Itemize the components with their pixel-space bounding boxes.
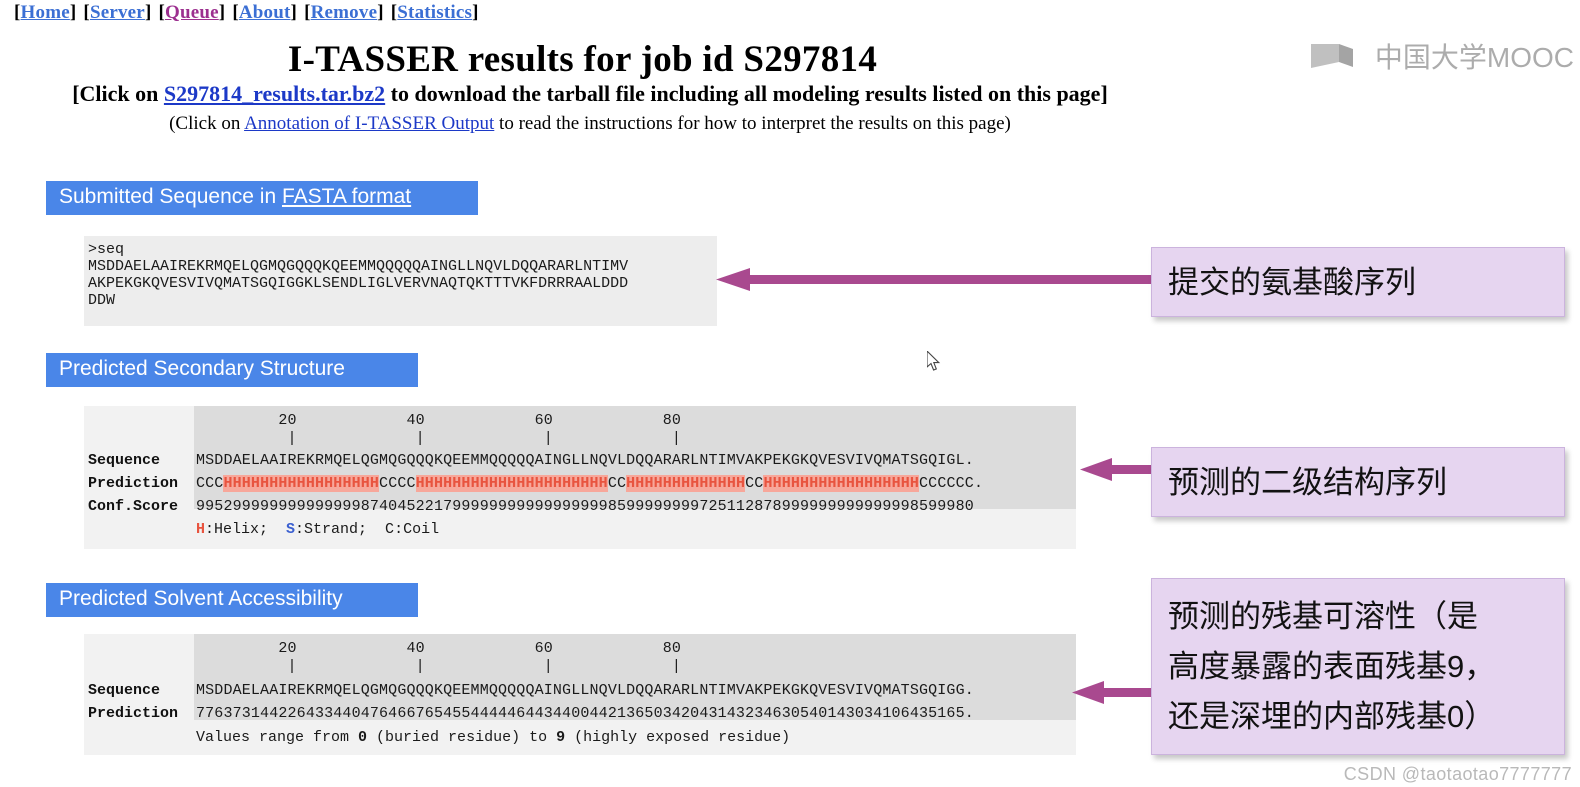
sa-prediction-value: 7763731442264334404764667654554444464434… — [196, 705, 974, 722]
tarball-download-link[interactable]: S297814_results.tar.bz2 — [164, 81, 385, 106]
sa-legend-zero: 0 — [358, 729, 368, 746]
annotation-line: (Click on Annotation of I-TASSER Output … — [0, 113, 1180, 135]
annotation-arrow-2 — [1080, 458, 1158, 481]
ss-confscore-label: Conf.Score — [88, 498, 179, 515]
nav-item-home[interactable]: [Home] — [14, 2, 76, 23]
ss-ruler-numbers-row: 20 40 60 80 — [84, 412, 1076, 429]
callout-3-line-3: 还是深埋的内部残基0） — [1168, 698, 1496, 734]
sa-ruler-numbers-row: 20 40 60 80 — [84, 640, 1076, 657]
sa-legend-suffix: (highly exposed residue) — [565, 729, 791, 746]
annotation-output-link[interactable]: Annotation of I-TASSER Output — [244, 113, 494, 134]
tarball-download-line: [Click on S297814_results.tar.bz2 to dow… — [0, 81, 1180, 107]
nav-item-server[interactable]: [Server] — [83, 2, 151, 23]
fasta-header-text: Submitted Sequence in — [59, 185, 282, 208]
fasta-sequence-text: >seq MSDDAELAAIREKRMQELQGMQGQQQKQEEMMQQQ… — [88, 241, 629, 309]
sa-ruler-ticks: | | | | — [196, 658, 682, 675]
ss-sequence-label: Sequence — [88, 452, 161, 469]
nav-item-statistics[interactable]: [Statistics] — [391, 2, 479, 23]
ss-ruler-ticks: | | | | — [196, 430, 682, 447]
ss-prediction-value: CCCHHHHHHHHHHHHHHHHHCCCCHHHHHHHHHHHHHHHH… — [196, 475, 984, 492]
mooc-logo-text: 中国大学MOOC — [1374, 42, 1574, 73]
ss-ruler-ticks-row: | | | | — [84, 430, 1076, 447]
sa-sequence-label: Sequence — [88, 682, 161, 699]
ss-legend-strand-text: :Strand; C:Coil — [295, 521, 440, 538]
sa-sequence-row: Sequence MSDDAELAAIREKRMQELQGMQGQQQKQEEM… — [84, 682, 1076, 699]
callout-secondary-structure: 预测的二级结构序列 — [1151, 447, 1565, 517]
ss-ruler-numbers: 20 40 60 80 — [196, 412, 682, 429]
mooc-logo: 中国大学MOOC — [1309, 36, 1574, 76]
nav-link-statistics[interactable]: Statistics — [397, 2, 472, 23]
section-header-fasta: Submitted Sequence in FASTA format — [46, 181, 478, 215]
ss-prediction-label: Prediction — [88, 475, 179, 492]
ss-legend-strand-letter: S — [286, 521, 296, 538]
callout-2-text: 预测的二级结构序列 — [1168, 464, 1447, 500]
nav-item-about[interactable]: [About] — [232, 2, 297, 23]
sa-sequence-value: MSDDAELAAIREKRMQELQGMQGQQQKQEEMMQQQQQAIN… — [196, 682, 974, 699]
annotation-arrow-1 — [716, 268, 1154, 291]
callout-1-text: 提交的氨基酸序列 — [1168, 264, 1416, 300]
ss-confscore-row: Conf.Score 99529999999999999987404522179… — [84, 498, 1076, 515]
sa-legend-nine: 9 — [556, 729, 566, 746]
fasta-format-link[interactable]: FASTA format — [282, 185, 411, 208]
callout-3-text: 预测的残基可溶性（是 高度暴露的表面残基9， 还是深埋的内部残基0） — [1152, 592, 1511, 742]
section-header-secondary-structure: Predicted Secondary Structure — [46, 353, 418, 387]
ss-legend-helix-text: :Helix; — [205, 521, 287, 538]
top-navigation: [Home] [Server] [Queue] [About] [Remove] [Sta… — [14, 2, 486, 24]
section-header-solvent-accessibility: Predicted Solvent Accessibility — [46, 583, 418, 617]
solvent-accessibility-block: 20 40 60 80 | | | | Sequence MSDDAELAAIR… — [84, 634, 1076, 755]
ss-legend: H:Helix; S:Strand; C:Coil — [196, 521, 439, 538]
nav-link-queue[interactable]: Queue — [165, 2, 219, 23]
annotation-arrow-3 — [1072, 681, 1158, 704]
csdn-watermark: CSDN @taotaotao7777777 — [1343, 764, 1572, 784]
sa-legend-mid: (buried residue) to — [367, 729, 557, 746]
annotation-suffix: to read the instructions for how to inte… — [494, 113, 1011, 134]
callout-3-line-2: 高度暴露的表面残基9， — [1168, 648, 1496, 684]
ss-legend-helix-letter: H — [196, 521, 206, 538]
ss-confscore-value: 9952999999999999998740452217999999999999… — [196, 498, 974, 515]
annotation-prefix: (Click on — [169, 113, 245, 134]
nav-link-about[interactable]: About — [239, 2, 291, 23]
sa-ruler-ticks-row: | | | | — [84, 658, 1076, 675]
tarball-suffix: to download the tarball file including a… — [385, 81, 1108, 106]
nav-link-remove[interactable]: Remove — [311, 2, 378, 23]
sa-legend: Values range from 0 (buried residue) to … — [196, 729, 790, 746]
mouse-cursor-icon — [927, 351, 941, 371]
callout-submitted-sequence: 提交的氨基酸序列 — [1151, 247, 1565, 317]
secondary-structure-block: 20 40 60 80 | | | | Sequence MSDDAELAAIR… — [84, 406, 1076, 549]
page-title: I-TASSER results for job id S297814 — [287, 39, 878, 80]
nav-link-home[interactable]: Home — [21, 2, 70, 23]
fasta-sequence-box: >seq MSDDAELAAIREKRMQELQGMQGQQQKQEEMMQQQ… — [84, 236, 717, 326]
sa-prediction-label: Prediction — [88, 705, 179, 722]
callout-3-line-1: 预测的残基可溶性（是 — [1168, 598, 1478, 634]
sa-ruler-numbers: 20 40 60 80 — [196, 640, 682, 657]
nav-link-server[interactable]: Server — [90, 2, 145, 23]
nav-item-queue[interactable]: [Queue] — [158, 2, 225, 23]
ss-sequence-row: Sequence MSDDAELAAIREKRMQELQGMQGQQQKQEEM… — [84, 452, 1076, 469]
ss-sequence-value: MSDDAELAAIREKRMQELQGMQGQQQKQEEMMQQQQQAIN… — [196, 452, 974, 469]
tarball-prefix: [Click on — [72, 81, 164, 106]
sa-legend-prefix: Values range from — [196, 729, 359, 746]
book-mark-icon — [1310, 44, 1353, 68]
callout-solvent-accessibility: 预测的残基可溶性（是 高度暴露的表面残基9， 还是深埋的内部残基0） — [1151, 578, 1565, 755]
nav-item-remove[interactable]: [Remove] — [304, 2, 384, 23]
ss-prediction-row: Prediction CCCHHHHHHHHHHHHHHHHHCCCCHHHHH… — [84, 475, 1076, 492]
sa-prediction-row: Prediction 77637314422643344047646676545… — [84, 705, 1076, 722]
